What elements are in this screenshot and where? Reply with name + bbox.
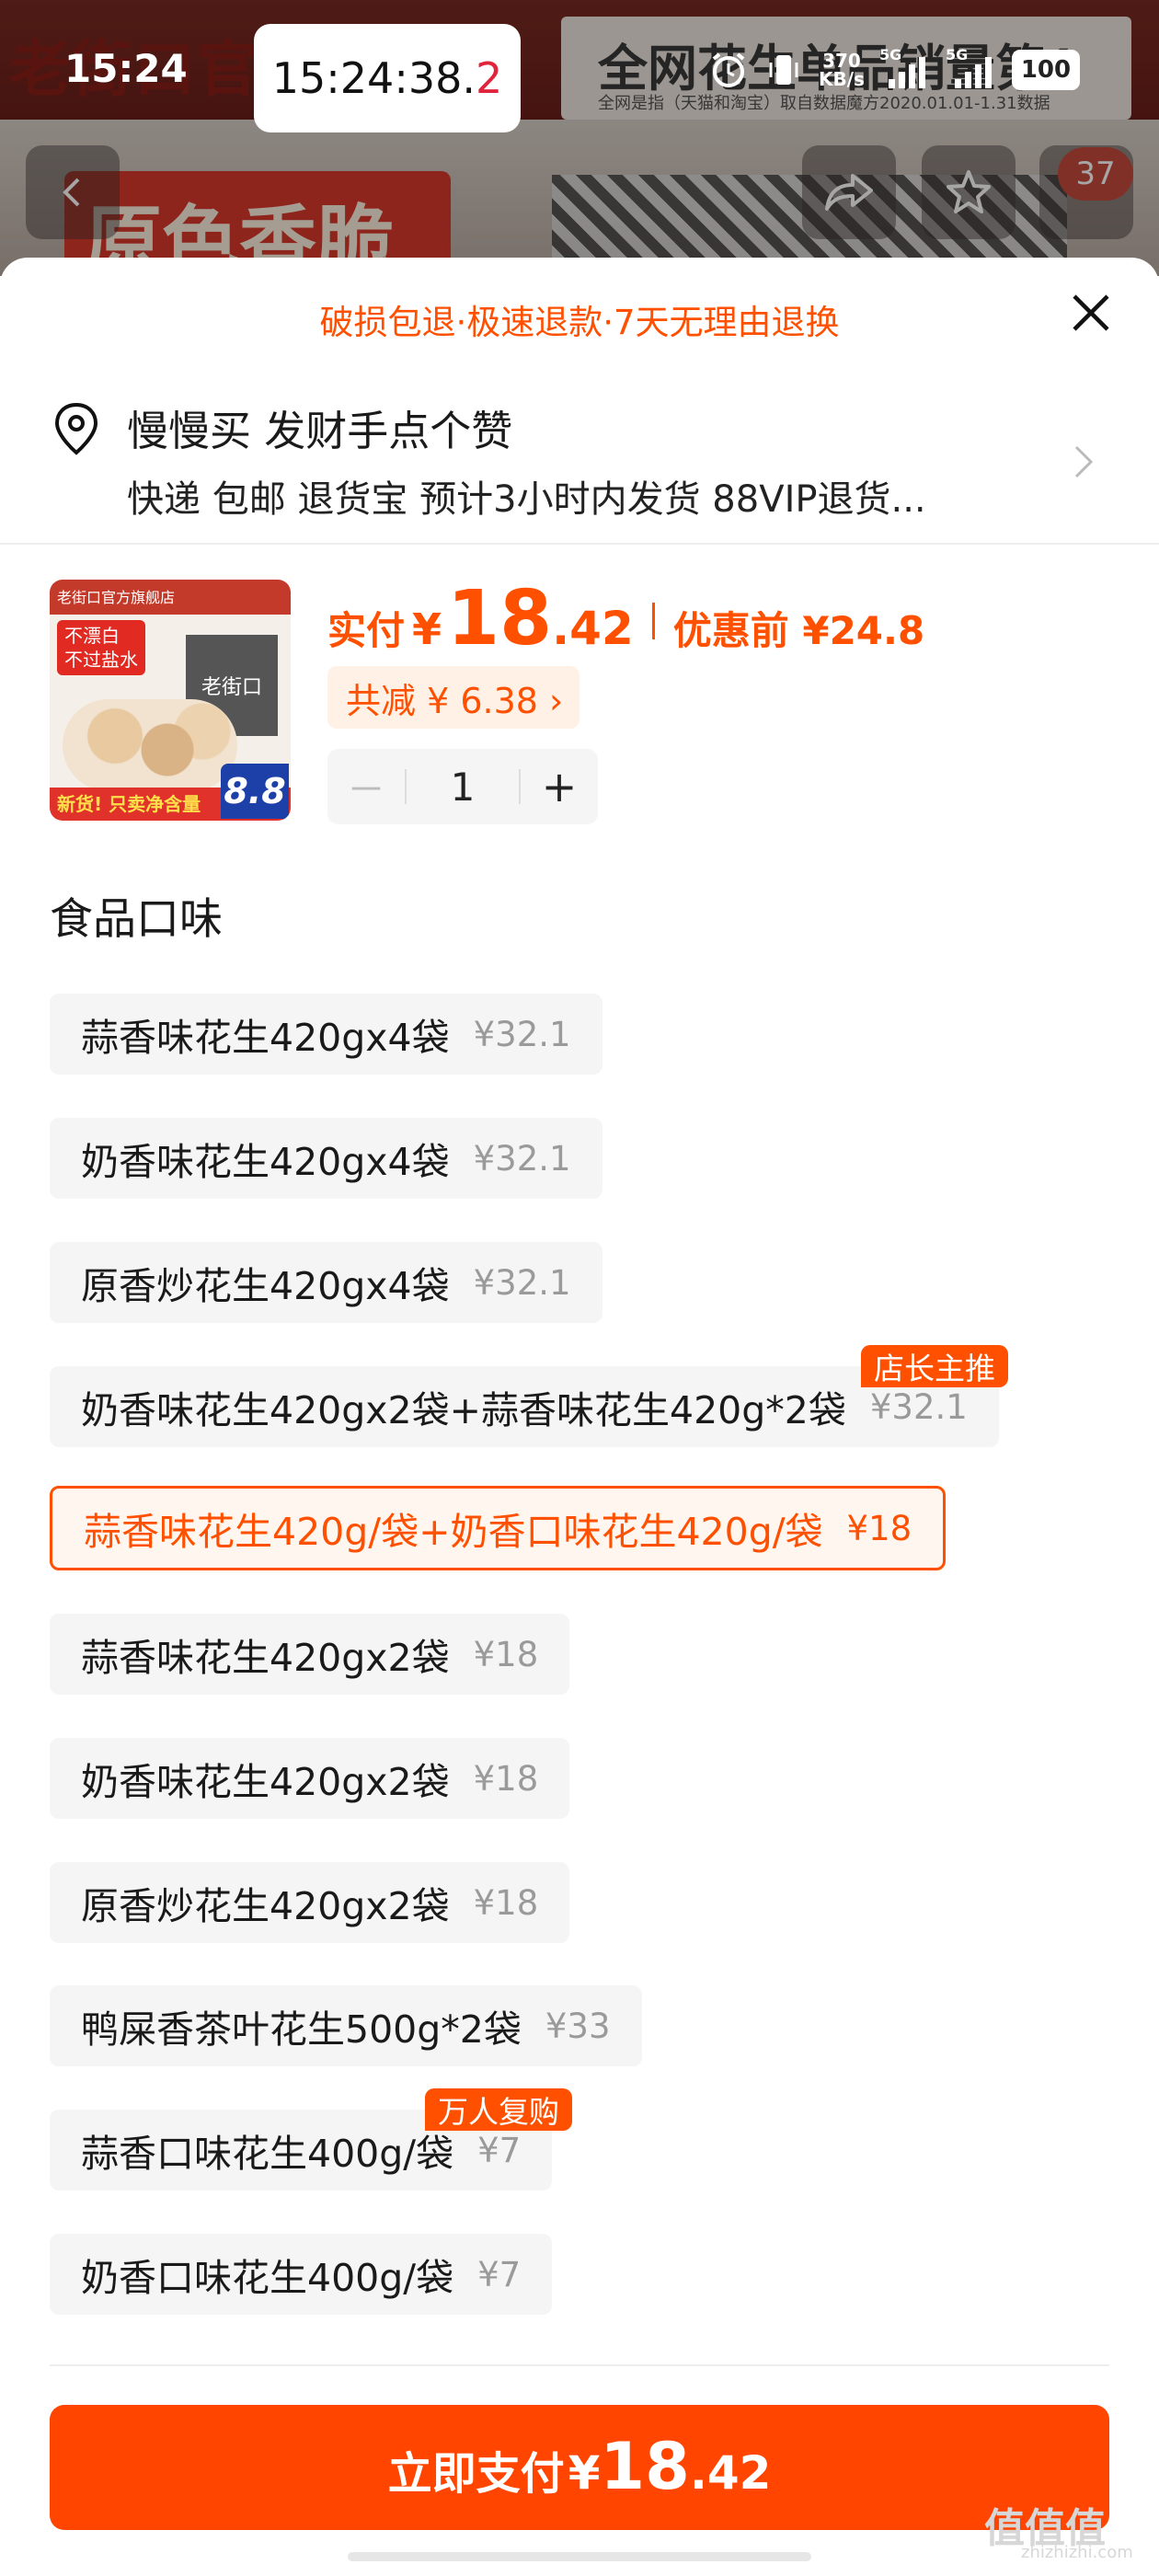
flavor-section-title: 食品口味 <box>50 894 223 945</box>
repurchase-tag: 万人复购 <box>425 2088 572 2131</box>
quantity-stepper: － 1 + <box>327 749 598 824</box>
clock-tenth: 2 <box>475 53 503 103</box>
option-price: ¥33 <box>545 2006 611 2046</box>
signal-5g-1: 5G <box>879 46 931 90</box>
modal-overlay[interactable] <box>0 0 1159 276</box>
signal-5g-2: 5G <box>946 46 997 90</box>
floating-clock: 15:24:38. 2 <box>254 24 521 132</box>
decrease-quantity-button[interactable]: － <box>327 749 405 824</box>
recommend-tag: 店长主推 <box>861 1345 1008 1387</box>
option-label: 奶香味花生420gx4袋 <box>81 1140 450 1184</box>
divider <box>0 543 1159 545</box>
battery-icon: 100 <box>1011 50 1080 90</box>
option-label: 奶香味花生420gx2袋 <box>81 1760 450 1804</box>
option-price: ¥7 <box>477 2254 522 2294</box>
vibrate-icon <box>769 55 798 85</box>
signal-icon <box>954 57 992 88</box>
signal-icon <box>888 57 925 88</box>
option-label: 原香炒花生420gx2袋 <box>81 1884 450 1928</box>
option-label: 蒜香味花生420gx2袋 <box>81 1636 450 1680</box>
increase-quantity-button[interactable]: + <box>521 749 598 824</box>
status-icons: 370 KB/s 5G 5G 100 <box>708 42 1080 98</box>
purchase-sheet: 破损包退·极速退款·7天无理由退换 慢慢买 发财手点个赞 快递 包邮 退货宝 预… <box>0 258 1159 2576</box>
thumb-price: 8.8 <box>221 764 289 819</box>
flavor-option[interactable]: 鸭屎香茶叶花生500g*2袋 ¥33 <box>50 1985 642 2066</box>
flavor-option-selected[interactable]: 蒜香味花生420g/袋+奶香口味花生420g/袋 ¥18 <box>50 1486 947 1570</box>
paid-label: 实付 <box>327 608 406 653</box>
home-indicator[interactable] <box>348 2552 811 2561</box>
option-label: 蒜香味花生420gx4袋 <box>81 1016 450 1060</box>
network-speed-value: 370 <box>822 50 861 72</box>
discount-detail-chip[interactable]: 共减 ¥ 6.38 › <box>327 666 580 729</box>
product-page-background: 老街口官 全网花生单品销量第1 全网是指（天猫和淘宝）取自数据魔方2020.01… <box>0 0 1159 276</box>
flavor-option[interactable]: 蒜香味花生420gx2袋 ¥18 <box>50 1614 570 1695</box>
network-speed: 370 KB/s <box>819 52 865 88</box>
location-pin-icon <box>54 402 98 455</box>
option-price: ¥32.1 <box>473 1262 571 1303</box>
option-price: ¥32.1 <box>473 1014 571 1054</box>
paid-amount-decimal: .42 <box>552 602 634 655</box>
option-label: 原香炒花生420gx4袋 <box>81 1264 450 1308</box>
watermark-url: zhizhizhi.com <box>1021 2543 1133 2562</box>
option-label: 奶香口味花生400g/袋 <box>81 2256 454 2300</box>
pay-button-amount-decimal: .42 <box>689 2446 772 2500</box>
flavor-option[interactable]: 奶香口味花生400g/袋 ¥7 <box>50 2234 553 2315</box>
flavor-option[interactable]: 奶香味花生420gx4袋 ¥32.1 <box>50 1118 602 1199</box>
option-label: 蒜香口味花生400g/袋 <box>81 2132 454 2176</box>
peanuts-image <box>63 699 237 791</box>
clock-main: 15:24:38. <box>271 53 476 103</box>
flavor-option[interactable]: 原香炒花生420gx4袋 ¥32.1 <box>50 1242 602 1323</box>
close-button[interactable] <box>1063 285 1119 340</box>
option-price: ¥18 <box>473 1882 539 1923</box>
pay-now-button[interactable]: 立即支付 ¥ 18 .42 <box>50 2405 1109 2530</box>
option-label: 奶香味花生420gx2袋+蒜香味花生420g*2袋 <box>81 1388 846 1432</box>
status-time: 15:24 <box>64 46 188 91</box>
network-speed-unit: KB/s <box>819 68 865 90</box>
address-row[interactable]: 慢慢买 发财手点个赞 快递 包邮 退货宝 预计3小时内发货 88VIP退货... <box>0 386 1159 543</box>
flavor-option[interactable]: 奶香味花生420gx2袋+蒜香味花生420g*2袋 ¥32.1 <box>50 1366 999 1447</box>
alarm-icon <box>712 52 745 87</box>
option-label: 鸭屎香茶叶花生500g*2袋 <box>81 2007 522 2052</box>
option-price: ¥32.1 <box>869 1386 968 1427</box>
pay-button-currency: ¥ <box>568 2446 601 2500</box>
chevron-right-icon <box>1074 445 1094 478</box>
option-price: ¥18 <box>473 1758 539 1799</box>
flavor-option[interactable]: 原香炒花生420gx2袋 ¥18 <box>50 1862 570 1943</box>
flavor-option[interactable]: 奶香味花生420gx2袋 ¥18 <box>50 1738 570 1819</box>
quantity-value[interactable]: 1 <box>410 749 515 824</box>
option-price: ¥7 <box>477 2130 522 2170</box>
price-before-discount: 优惠前 ¥24.8 <box>672 608 925 653</box>
thumb-badge: 不漂白 不过盐水 <box>57 620 145 675</box>
option-price: ¥18 <box>473 1634 539 1674</box>
stepper-divider <box>405 769 407 804</box>
pay-button-amount-integer: 18 <box>600 2429 690 2504</box>
thumb-shop-name: 老街口官方旗舰店 <box>57 589 176 606</box>
paid-amount-integer: 18 <box>447 575 553 662</box>
option-price: ¥18 <box>846 1508 912 1548</box>
divider <box>50 2364 1109 2366</box>
pay-button-label: 立即支付 <box>387 2448 565 2500</box>
price-separator <box>651 603 655 639</box>
option-price: ¥32.1 <box>473 1138 571 1179</box>
currency-symbol: ¥ <box>412 604 442 654</box>
return-policy-banner: 破损包退·极速退款·7天无理由退换 <box>319 303 840 342</box>
flavor-option[interactable]: 蒜香味花生420gx4袋 ¥32.1 <box>50 994 602 1075</box>
address-recipient: 慢慢买 发财手点个赞 <box>127 407 513 455</box>
option-label: 蒜香味花生420g/袋+奶香口味花生420g/袋 <box>84 1510 823 1554</box>
price-summary: 实付 ¥ 18 .42 优惠前 ¥24.8 <box>327 575 924 667</box>
delivery-info: 快递 包邮 退货宝 预计3小时内发货 88VIP退货... <box>127 478 926 521</box>
product-thumbnail[interactable]: 老街口官方旗舰店 不漂白 不过盐水 老街口 新货! 只卖净含量 8.8 <box>50 580 291 821</box>
close-icon <box>1073 294 1109 331</box>
